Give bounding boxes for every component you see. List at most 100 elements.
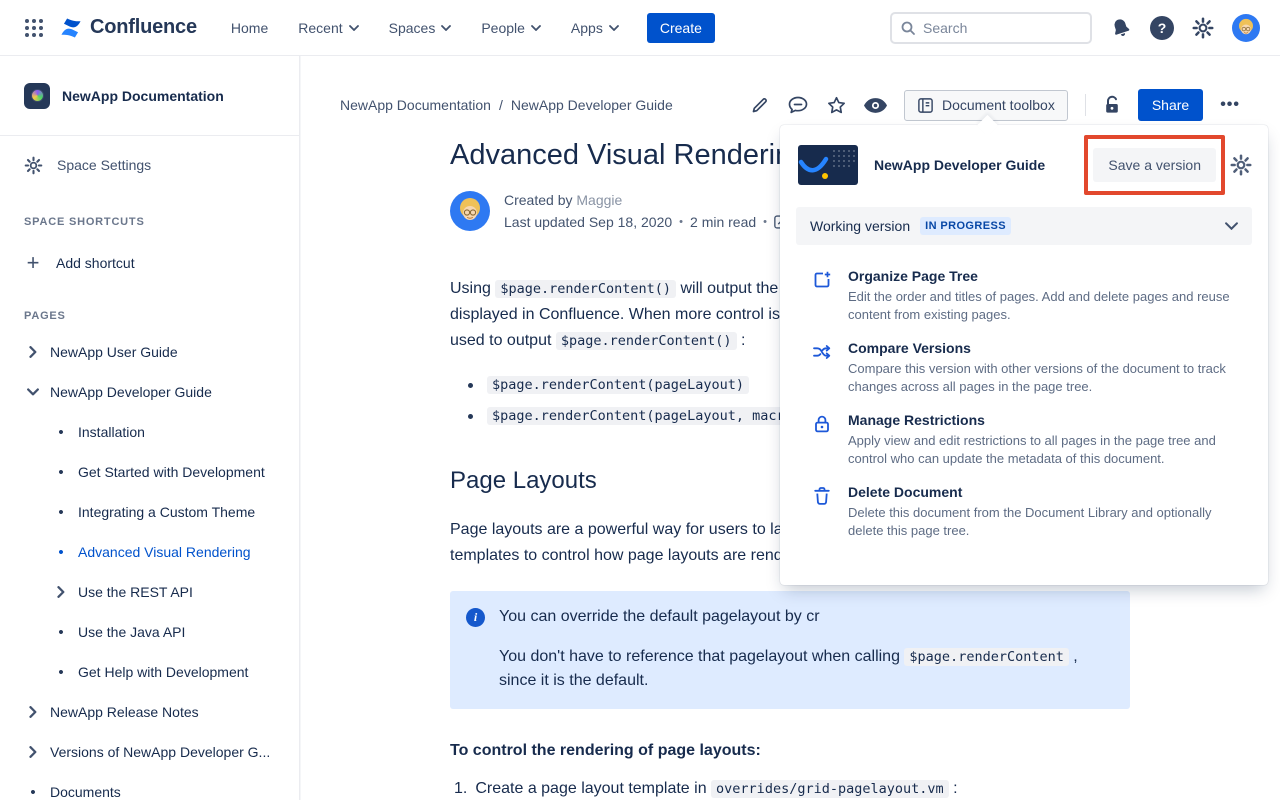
sidebar-page-item[interactable]: NewApp Developer Guide — [0, 372, 299, 412]
inline-code: $page.renderContent(pageLayout) — [487, 376, 749, 394]
edit-pencil-icon[interactable] — [750, 95, 770, 115]
version-selector[interactable]: Working version IN PROGRESS — [796, 207, 1252, 245]
organize-page-tree-icon — [812, 270, 832, 323]
document-toolbox-popup: NewApp Developer Guide Save a version Wo… — [780, 125, 1268, 585]
author-name[interactable]: Maggie — [576, 192, 622, 208]
save-a-version-button[interactable]: Save a version — [1093, 148, 1216, 182]
notifications-bell-icon[interactable] — [1110, 17, 1132, 39]
sidebar-page-item[interactable]: •Documents — [0, 772, 299, 800]
toolbox-menu-item[interactable]: Delete Document Delete this document from… — [812, 484, 1252, 539]
help-icon[interactable]: ? — [1150, 16, 1174, 40]
chevron-down-icon — [27, 388, 39, 397]
compare-versions-icon — [812, 342, 832, 395]
space-header[interactable]: NewApp Documentation — [0, 56, 299, 136]
inline-code: $page.renderContent() — [556, 332, 737, 350]
info-paragraph: You don't have to reference that pagelay… — [499, 645, 1109, 693]
sidebar-page-item[interactable]: •Installation — [0, 412, 299, 452]
breadcrumb-item[interactable]: NewApp Documentation — [340, 97, 491, 113]
read-time: 2 min read — [690, 212, 756, 232]
page-tree: NewApp User GuideNewApp Developer Guide•… — [0, 332, 299, 800]
chevron-right-icon — [29, 746, 38, 758]
sidebar-page-item[interactable]: •Integrating a Custom Theme — [0, 492, 299, 532]
bullet-icon: • — [58, 465, 63, 480]
space-sidebar: NewApp Documentation Space Settings SPAC… — [0, 56, 300, 800]
settings-gear-icon[interactable] — [1192, 17, 1214, 39]
info-panel: i You can override the default pagelayou… — [450, 591, 1130, 709]
comment-icon[interactable] — [787, 95, 809, 115]
chevron-down-icon — [531, 25, 541, 31]
sidebar-page-item[interactable]: NewApp Release Notes — [0, 692, 299, 732]
nav-apps[interactable]: Apps — [571, 20, 619, 36]
info-icon: i — [466, 608, 485, 627]
toolbox-document-icon — [917, 97, 934, 114]
search-input[interactable] — [923, 20, 1073, 36]
watch-eye-icon[interactable] — [864, 98, 887, 113]
bullet-icon: • — [30, 785, 35, 800]
popup-gear-icon[interactable] — [1230, 154, 1252, 176]
sidebar-page-item[interactable]: NewApp User Guide — [0, 332, 299, 372]
author-avatar[interactable] — [450, 191, 490, 231]
inline-code: $page.renderContent() — [495, 280, 676, 298]
breadcrumb: NewApp Documentation / NewApp Developer … — [340, 97, 673, 113]
menu-item-description: Delete this document from the Document L… — [848, 504, 1242, 539]
nav-home[interactable]: Home — [231, 20, 268, 36]
nav-recent[interactable]: Recent — [298, 20, 358, 36]
sidebar-page-item[interactable]: •Get Help with Development — [0, 652, 299, 692]
last-updated: Last updated Sep 18, 2020 — [504, 212, 672, 232]
main-nav: Home Recent Spaces People Apps — [231, 20, 619, 36]
add-shortcut-button[interactable]: + Add shortcut — [0, 242, 299, 284]
divider — [1085, 94, 1086, 116]
sidebar-page-item[interactable]: Versions of NewApp Developer G... — [0, 732, 299, 772]
app-switcher-icon[interactable] — [20, 14, 48, 42]
ordered-list-item: 1. Create a page layout template in over… — [450, 780, 1130, 798]
gear-icon — [24, 156, 43, 175]
sidebar-page-item[interactable]: •Get Started with Development — [0, 452, 299, 492]
sidebar-page-item[interactable]: Use the REST API — [0, 572, 299, 612]
bullet-icon: • — [58, 665, 63, 680]
chevron-right-icon — [57, 586, 66, 598]
confluence-logo-icon — [58, 15, 84, 41]
search-box[interactable] — [890, 12, 1092, 44]
space-logo-icon — [24, 83, 50, 109]
bullet-icon: • — [58, 625, 63, 640]
sidebar-page-item[interactable]: •Advanced Visual Rendering — [0, 532, 299, 572]
create-button[interactable]: Create — [647, 13, 715, 43]
unlock-icon[interactable] — [1103, 95, 1121, 115]
bullet-icon: • — [58, 505, 63, 520]
document-thumbnail — [798, 145, 858, 185]
space-shortcuts-header: SPACE SHORTCUTS — [0, 216, 299, 228]
nav-people[interactable]: People — [481, 20, 541, 36]
logo-text: Confluence — [90, 16, 197, 39]
chevron-down-icon — [1225, 222, 1238, 230]
toolbox-menu-item[interactable]: Compare VersionsCompare this version wit… — [812, 340, 1252, 395]
bullet-icon: • — [58, 545, 63, 560]
chevron-down-icon — [441, 25, 451, 31]
user-avatar[interactable] — [1232, 14, 1260, 42]
more-actions-icon[interactable]: ••• — [1220, 96, 1240, 114]
space-name: NewApp Documentation — [62, 88, 224, 104]
chevron-right-icon — [29, 706, 38, 718]
pages-header: PAGES — [0, 310, 299, 322]
top-navigation: Confluence Home Recent Spaces People App… — [0, 0, 1280, 56]
sidebar-item-space-settings[interactable]: Space Settings — [0, 142, 299, 188]
plus-icon: + — [24, 250, 42, 276]
chevron-down-icon — [609, 25, 619, 31]
bullet-icon — [468, 414, 473, 419]
add-shortcut-label: Add shortcut — [56, 255, 135, 271]
created-by-label: Created by — [504, 192, 572, 208]
version-label: Working version — [810, 218, 910, 234]
nav-spaces[interactable]: Spaces — [389, 20, 452, 36]
toolbox-menu-item[interactable]: Manage RestrictionsApply view and edit r… — [812, 412, 1252, 467]
star-icon[interactable] — [826, 95, 847, 116]
confluence-logo[interactable]: Confluence — [58, 15, 197, 41]
breadcrumb-item[interactable]: NewApp Developer Guide — [511, 97, 673, 113]
menu-item-title: Organize Page Tree — [848, 268, 1242, 284]
sidebar-page-item[interactable]: •Use the Java API — [0, 612, 299, 652]
toolbox-menu: Organize Page TreeEdit the order and tit… — [812, 268, 1252, 539]
menu-item-title: Delete Document — [848, 484, 1242, 500]
delete-document-icon — [812, 486, 832, 539]
share-button[interactable]: Share — [1138, 89, 1203, 121]
inline-code: $page.renderContent — [904, 648, 1068, 666]
inline-code: overrides/grid-pagelayout.vm — [711, 780, 949, 798]
toolbox-menu-item[interactable]: Organize Page TreeEdit the order and tit… — [812, 268, 1252, 323]
